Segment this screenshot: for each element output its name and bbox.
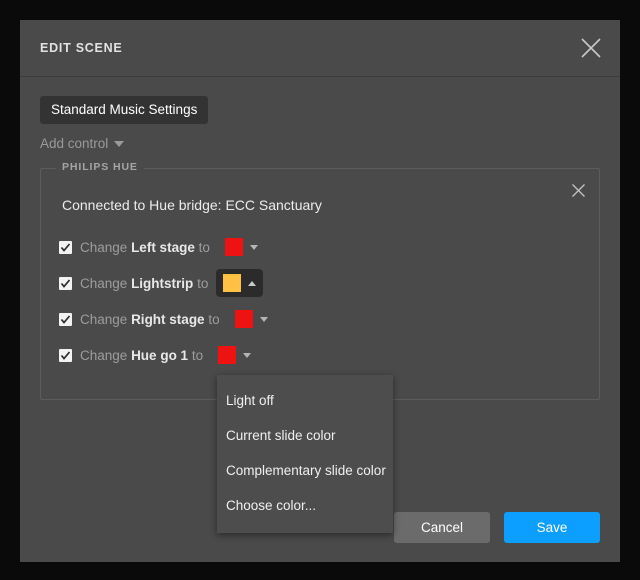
row-prefix: Change bbox=[80, 275, 128, 291]
color-dropdown-trigger[interactable] bbox=[211, 341, 258, 369]
color-swatch bbox=[218, 346, 237, 364]
color-swatch bbox=[224, 238, 243, 256]
cancel-button[interactable]: Cancel bbox=[394, 511, 490, 543]
row-suffix: to bbox=[197, 275, 209, 291]
row-prefix: Change bbox=[80, 347, 128, 363]
color-dropdown-menu: Light off Current slide color Complement… bbox=[217, 375, 393, 533]
color-swatch bbox=[234, 310, 253, 328]
menu-item-complementary-slide-color[interactable]: Complementary slide color bbox=[217, 453, 393, 488]
row-checkbox[interactable] bbox=[59, 240, 72, 254]
chevron-down-icon bbox=[114, 140, 125, 147]
color-dropdown-trigger[interactable] bbox=[228, 305, 275, 333]
row-target: Hue go 1 bbox=[131, 347, 189, 363]
chevron-up-icon bbox=[248, 280, 257, 286]
save-button[interactable]: Save bbox=[504, 511, 600, 543]
row-checkbox[interactable] bbox=[59, 276, 72, 290]
tab-bar: Standard Music Settings bbox=[40, 96, 600, 124]
bridge-status: Connected to Hue bridge: ECC Sanctuary bbox=[62, 197, 322, 213]
row-checkbox[interactable] bbox=[59, 312, 72, 326]
page-title: EDIT SCENE bbox=[40, 41, 123, 55]
row-target: Left stage bbox=[131, 239, 195, 255]
dialog-body: Standard Music Settings Add control PHIL… bbox=[20, 77, 620, 533]
row-suffix: to bbox=[191, 347, 204, 363]
row-target: Lightstrip bbox=[131, 275, 194, 291]
row-prefix: Change bbox=[80, 311, 128, 327]
control-row: Change Left stage to bbox=[59, 229, 581, 265]
chevron-down-icon bbox=[259, 316, 268, 322]
row-prefix: Change bbox=[80, 239, 128, 255]
control-row: Change Hue go 1 to bbox=[59, 337, 581, 373]
chevron-down-icon bbox=[249, 244, 258, 250]
row-label: Change Lightstrip to bbox=[80, 276, 208, 291]
row-target: Right stage bbox=[131, 311, 205, 327]
row-label: Change Hue go 1 to bbox=[80, 348, 203, 363]
chevron-down-icon bbox=[243, 352, 252, 358]
close-icon[interactable] bbox=[574, 31, 608, 65]
control-row: Change Right stage to bbox=[59, 301, 581, 337]
menu-item-current-slide-color[interactable]: Current slide color bbox=[217, 418, 393, 453]
control-row: Change Lightstrip to bbox=[59, 265, 581, 301]
philips-hue-panel: PHILIPS HUE Connected to Hue bridge: ECC… bbox=[40, 161, 600, 400]
edit-scene-dialog: EDIT SCENE Standard Music Settings Add c… bbox=[20, 20, 620, 562]
row-label: Change Left stage to bbox=[80, 240, 210, 255]
color-swatch bbox=[223, 274, 242, 292]
dialog-titlebar: EDIT SCENE bbox=[20, 20, 620, 77]
tab-standard-music-settings[interactable]: Standard Music Settings bbox=[40, 96, 209, 124]
panel-legend: PHILIPS HUE bbox=[56, 161, 144, 173]
row-label: Change Right stage to bbox=[80, 312, 220, 327]
add-control-label: Add control bbox=[40, 136, 109, 151]
menu-item-choose-color[interactable]: Choose color... bbox=[217, 488, 393, 523]
color-dropdown-trigger[interactable] bbox=[218, 233, 265, 261]
add-control-button[interactable]: Add control bbox=[40, 136, 125, 151]
row-suffix: to bbox=[198, 239, 210, 255]
menu-item-light-off[interactable]: Light off bbox=[217, 383, 393, 418]
row-checkbox[interactable] bbox=[59, 348, 72, 362]
color-dropdown-trigger-active[interactable] bbox=[216, 269, 264, 297]
panel-close-icon[interactable] bbox=[565, 177, 591, 203]
control-rows: Change Left stage to Change Lightstrip t… bbox=[59, 229, 581, 373]
row-suffix: to bbox=[208, 311, 220, 327]
